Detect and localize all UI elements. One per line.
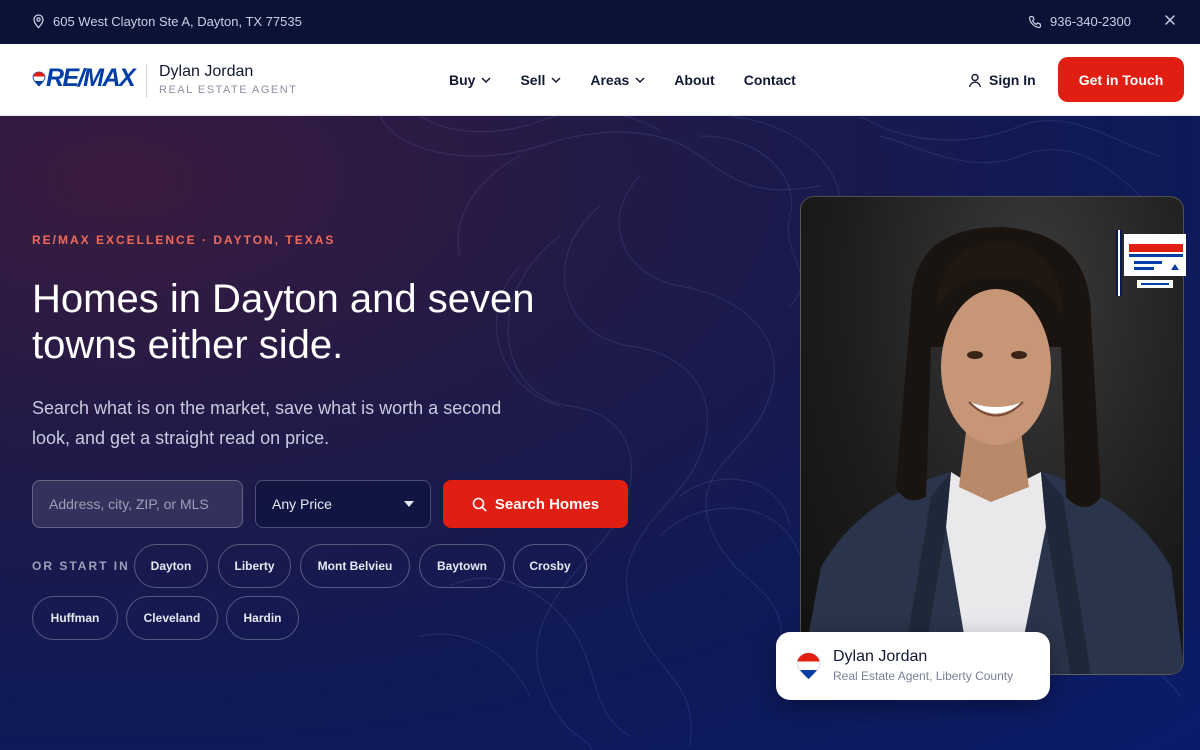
search-icon: [472, 497, 487, 511]
chevron-down-icon: [481, 77, 491, 83]
nav-item-sell[interactable]: Sell: [520, 72, 561, 88]
chevron-down-icon: [551, 77, 561, 83]
logo-wordmark: RE/MAX: [46, 64, 136, 92]
agent-card: Dylan Jordan Real Estate Agent, Liberty …: [776, 632, 1050, 700]
top-bar: 605 West Clayton Ste A, Dayton, TX 77535…: [0, 0, 1200, 44]
nav-item-contact[interactable]: Contact: [744, 72, 796, 88]
agent-role: REAL ESTATE AGENT: [159, 84, 298, 96]
hero-eyebrow: RE/MAX EXCELLENCE · DAYTON, TEXAS: [32, 233, 336, 247]
price-selected-value: Any Price: [272, 496, 332, 512]
address-text: 605 West Clayton Ste A, Dayton, TX 77535: [53, 14, 302, 29]
search-button-label: Search Homes: [494, 495, 600, 513]
hero-section: RE/MAX EXCELLENCE · DAYTON, TEXAS Homes …: [0, 116, 1200, 750]
nav-item-label: Buy: [449, 72, 476, 88]
user-icon: [968, 73, 982, 87]
town-pill-cleveland[interactable]: Cleveland: [126, 596, 218, 640]
for-sale-sign-icon: [1116, 230, 1186, 296]
price-select[interactable]: Any Price: [255, 480, 431, 528]
town-pill-crosby[interactable]: Crosby: [513, 544, 587, 588]
brand-divider: [146, 64, 147, 98]
balloon-icon: [32, 71, 46, 87]
phone-text: 936-340-2300: [1050, 14, 1131, 29]
town-pill-dayton[interactable]: Dayton: [134, 544, 208, 588]
search-input[interactable]: Address, city, ZIP, or MLS: [32, 480, 243, 528]
search-placeholder: Address, city, ZIP, or MLS: [49, 496, 209, 512]
search-homes-button[interactable]: Search Homes: [443, 480, 628, 528]
agent-card-role: Real Estate Agent, Liberty County: [833, 669, 1014, 683]
sign-in-label: Sign In: [989, 72, 1036, 88]
caret-down-icon: [404, 501, 414, 507]
nav-item-label: Contact: [743, 72, 796, 88]
town-pill-hardin[interactable]: Hardin: [226, 596, 299, 640]
office-address[interactable]: 605 West Clayton Ste A, Dayton, TX 77535: [32, 14, 302, 29]
nav-item-about[interactable]: About: [674, 72, 714, 88]
close-icon[interactable]: [1163, 13, 1177, 27]
town-pill-liberty[interactable]: Liberty: [218, 544, 291, 588]
agent-brand: Dylan Jordan REAL ESTATE AGENT: [159, 62, 297, 96]
get-in-touch-button[interactable]: Get in Touch: [1058, 57, 1184, 102]
agent-name: Dylan Jordan: [159, 63, 254, 80]
phone-icon: [1028, 15, 1042, 28]
nav-item-label: Sell: [520, 72, 546, 88]
main-nav: RE/MAX Dylan Jordan REAL ESTATE AGENT Bu…: [0, 44, 1200, 116]
nav-menu: Buy Sell Areas About Contact: [449, 72, 796, 88]
nav-item-areas[interactable]: Areas: [590, 72, 645, 88]
chevron-down-icon: [635, 77, 645, 83]
phone-link[interactable]: 936-340-2300: [1028, 14, 1131, 29]
town-pill-mont-belvieu[interactable]: Mont Belvieu: [300, 544, 410, 588]
town-pill-huffman[interactable]: Huffman: [32, 596, 118, 640]
agent-card-name: Dylan Jordan: [833, 648, 928, 665]
nav-item-label: About: [674, 72, 715, 88]
nav-item-label: Areas: [590, 72, 630, 88]
hero-lede: Search what is on the market, save what …: [32, 398, 502, 448]
start-in-label: OR START IN: [32, 559, 130, 573]
hero-headline: Homes in Dayton and seven towns either s…: [32, 277, 535, 367]
balloon-icon: [796, 652, 821, 680]
map-pin-icon: [33, 14, 44, 29]
town-pill-baytown[interactable]: Baytown: [419, 544, 505, 588]
nav-item-buy[interactable]: Buy: [449, 72, 491, 88]
sign-in-link[interactable]: Sign In: [968, 72, 1036, 88]
remax-logo[interactable]: RE/MAX: [32, 64, 136, 92]
